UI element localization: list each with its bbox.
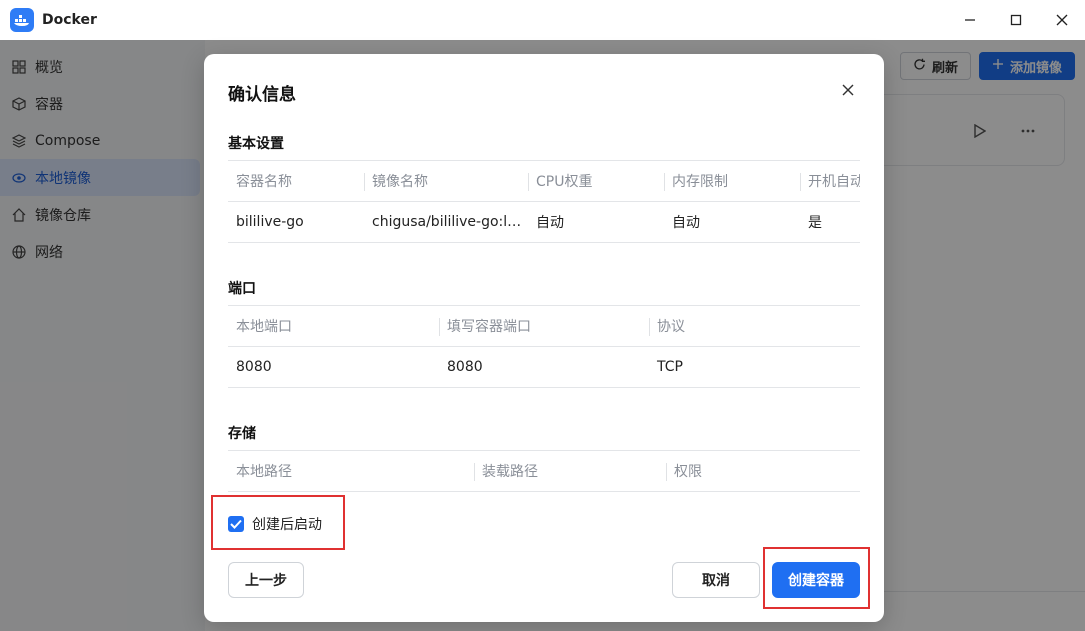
dialog-title: 确认信息 (228, 85, 296, 105)
table-header: 本地端口 填写容器端口 协议 (228, 305, 860, 347)
column-header: 开机自动 (800, 171, 860, 191)
maximize-icon[interactable] (993, 0, 1039, 40)
ports-title: 端口 (228, 281, 256, 297)
autostart-cell: 是 (808, 215, 822, 231)
column-header: 容器名称 (236, 174, 292, 190)
prev-step-button[interactable]: 上一步 (228, 562, 304, 598)
title-bar: Docker (0, 0, 1085, 40)
create-container-button[interactable]: 创建容器 (772, 562, 860, 598)
start-after-create-checkbox[interactable] (228, 516, 244, 532)
column-header: 本地端口 (236, 319, 292, 335)
column-header: 权限 (666, 461, 860, 481)
confirm-dialog: 确认信息 基本设置 容器名称 镜像名称 CPU权重 内存限制 开机自动 bili… (204, 54, 884, 622)
basic-settings-table: 容器名称 镜像名称 CPU权重 内存限制 开机自动 bililive-go ch… (228, 160, 860, 243)
window-controls (947, 0, 1085, 40)
start-after-create-label: 创建后启动 (252, 517, 322, 533)
image-name-cell: chigusa/bililive-go:la… (372, 214, 528, 230)
basic-settings-title: 基本设置 (228, 136, 284, 152)
column-header: 镜像名称 (364, 171, 528, 191)
table-header: 容器名称 镜像名称 CPU权重 内存限制 开机自动 (228, 160, 860, 202)
storage-title: 存储 (228, 426, 256, 442)
check-icon (230, 519, 242, 529)
table-row: bililive-go chigusa/bililive-go:la… 自动 自… (228, 202, 860, 243)
storage-table: 本地路径 装载路径 权限 (228, 450, 860, 492)
memory-limit-cell: 自动 (672, 215, 700, 231)
container-name-cell: bililive-go (236, 214, 304, 230)
start-after-create-option[interactable]: 创建后启动 (228, 514, 322, 534)
column-header: 填写容器端口 (439, 316, 649, 336)
column-header: CPU权重 (528, 171, 664, 191)
column-header: 装载路径 (474, 461, 666, 481)
local-port-cell: 8080 (236, 359, 272, 375)
column-header: 协议 (649, 316, 860, 336)
app-title: Docker (42, 12, 97, 28)
ports-table: 本地端口 填写容器端口 协议 8080 8080 TCP (228, 305, 860, 388)
column-header: 本地路径 (236, 464, 292, 480)
docker-logo-icon (10, 8, 34, 32)
container-port-cell: 8080 (447, 359, 483, 375)
minimize-icon[interactable] (947, 0, 993, 40)
protocol-cell: TCP (657, 359, 683, 375)
cancel-button[interactable]: 取消 (672, 562, 760, 598)
table-row: 8080 8080 TCP (228, 347, 860, 388)
table-header: 本地路径 装载路径 权限 (228, 450, 860, 492)
column-header: 内存限制 (664, 171, 800, 191)
close-icon[interactable] (840, 82, 856, 98)
close-window-icon[interactable] (1039, 0, 1085, 40)
cpu-weight-cell: 自动 (536, 215, 564, 231)
